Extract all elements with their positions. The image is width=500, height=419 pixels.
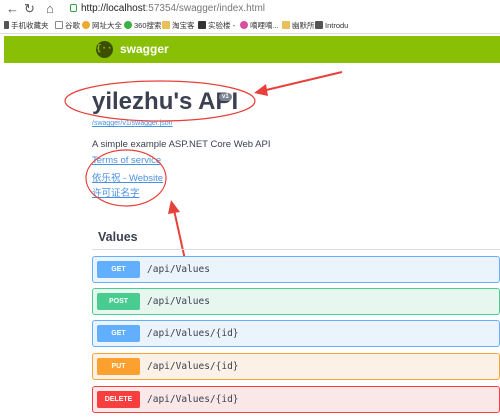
tag-values-header[interactable]: Values [98,230,138,244]
bookmark-label: 谷歌 [65,21,80,30]
bookmark-item[interactable]: Introdu [315,21,348,31]
globe-icon [82,21,90,29]
bookmark-item[interactable]: 360搜索 [124,21,162,31]
operation-get-values[interactable]: GET /api/Values [92,256,500,283]
terms-of-service-link[interactable]: Terms of service [92,155,161,166]
book-icon [315,21,323,29]
swagger-json-link[interactable]: /swagger/v1/swagger.json [92,120,173,127]
bookmark-item[interactable]: 谷歌 [55,21,80,31]
title-arrow-line [261,71,343,92]
bookmark-label: 网址大全 [92,21,122,30]
operation-path: /api/Values/{id} [147,394,239,405]
website-link[interactable]: 依乐祝 - Website [92,170,163,184]
bili-icon [240,21,248,29]
bookmark-label: 嘀哩嘀... [250,21,279,30]
method-badge: GET [97,325,140,342]
bookmark-label: 实验楼 - [208,21,236,30]
secure-icon [70,4,77,12]
swagger-topbar: {···} swagger [4,36,500,63]
home-icon[interactable]: ⌂ [46,1,54,17]
bookmark-label: 淘宝客 [172,21,195,30]
url-host: http://localhost [81,3,146,14]
bookmark-label: 手机收藏夹 [11,21,49,30]
folder-icon [282,21,290,29]
license-link[interactable]: 许可证名字 [92,185,140,199]
search-360-icon [124,21,132,29]
operation-get-value-by-id[interactable]: GET /api/Values/{id} [92,320,500,347]
bookmark-item[interactable]: 嘀哩嘀... [240,21,279,31]
url-field[interactable]: http://localhost:57354/swagger/index.htm… [70,1,265,17]
operation-path: /api/Values [147,264,210,275]
bookmark-item[interactable]: 网址大全 [82,21,122,31]
operation-put-value[interactable]: PUT /api/Values/{id} [92,353,500,380]
bookmark-item[interactable]: 实验楼 - [198,21,235,31]
method-badge: GET [97,261,140,278]
bookmark-item[interactable]: 幽默所 [282,21,315,31]
folder-icon [162,21,170,29]
method-badge: DELETE [97,391,140,408]
title-arrow-head [254,84,268,96]
tag-divider [92,249,500,250]
method-badge: PUT [97,358,140,375]
version-badge: v1 [219,93,232,101]
bookmark-item[interactable]: 淘宝客 [162,21,195,31]
page-icon [55,21,63,29]
url-path: :57354/swagger/index.html [145,3,266,14]
operation-delete-value[interactable]: DELETE /api/Values/{id} [92,386,500,413]
bookmark-label: Introdu [325,21,349,30]
operation-post-values[interactable]: POST /api/Values [92,288,500,315]
bookmark-label: 360搜索 [134,21,162,30]
reload-icon[interactable]: ↻ [24,1,35,17]
operation-path: /api/Values/{id} [147,361,239,372]
phone-icon [4,21,9,29]
browser-address-bar: ← ↻ ⌂ http://localhost:57354/swagger/ind… [0,0,500,18]
api-description: A simple example ASP.NET Core Web API [92,139,271,150]
api-title: yilezhu's API [92,88,239,115]
links-arrow-head [168,200,180,214]
bookmarks-bar: 手机收藏夹 谷歌 网址大全 360搜索 淘宝客 实验楼 - 嘀哩嘀... 幽默所… [0,18,500,34]
bookmark-item[interactable]: 手机收藏夹 [4,21,49,31]
back-arrow-icon[interactable]: ← [6,1,19,17]
bookmark-label: 幽默所 [292,21,315,30]
operation-path: /api/Values [147,296,210,307]
swagger-logo-icon[interactable]: {···} [96,41,123,58]
operation-path: /api/Values/{id} [147,328,239,339]
swagger-logo-text[interactable]: swagger [120,42,169,56]
method-badge: POST [97,293,140,310]
flask-icon [198,21,206,29]
